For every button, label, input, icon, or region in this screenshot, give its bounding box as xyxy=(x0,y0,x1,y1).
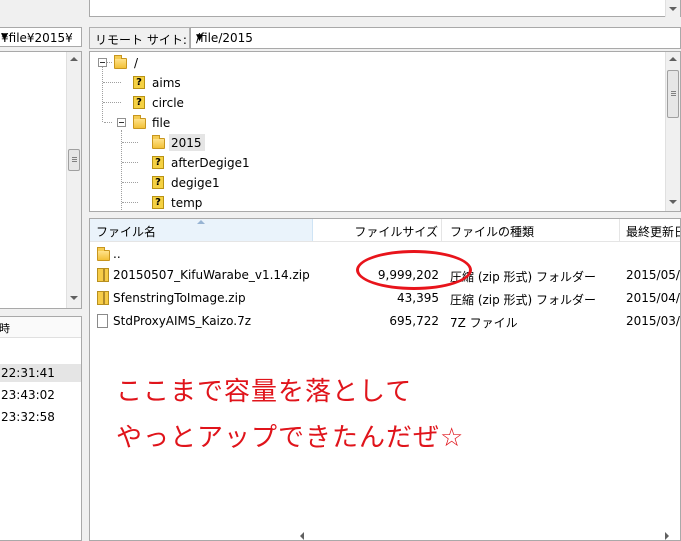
local-row-time: 23:32:58 xyxy=(1,410,55,424)
file-name: .. xyxy=(113,247,121,261)
remote-tree-scrollbar[interactable] xyxy=(665,52,680,211)
collapse-toggle-icon[interactable] xyxy=(98,58,107,67)
scroll-down-arrow-icon[interactable] xyxy=(669,7,677,11)
question-folder-icon: ? xyxy=(133,76,145,89)
annotation-line-2: やっとアップできたんだぜ☆ xyxy=(116,423,465,453)
local-directory-tree[interactable] xyxy=(0,51,82,309)
remote-path-input[interactable]: /file/2015 ▼ xyxy=(190,27,681,49)
remote-site-label-box: リモート サイト: xyxy=(89,27,190,49)
scroll-up-arrow-icon[interactable] xyxy=(70,57,78,61)
file-type: 圧縮 (zip 形式) フォルダー xyxy=(450,293,597,307)
remote-site-label: リモート サイト: xyxy=(95,33,187,47)
message-log-pane xyxy=(89,0,681,17)
chevron-down-icon[interactable]: ▼ xyxy=(1,32,78,42)
document-icon xyxy=(97,314,108,328)
remote-directory-tree[interactable]: / ? aims ? circle file 2015 ? afterDegig… xyxy=(89,51,681,212)
tree-node-label: degige1 xyxy=(171,176,220,190)
sort-ascending-icon xyxy=(197,220,205,224)
file-date: 2015/03/1 xyxy=(626,314,680,328)
collapse-toggle-icon[interactable] xyxy=(117,118,126,127)
file-date: 2015/04/0 xyxy=(626,291,680,305)
question-folder-icon: ? xyxy=(152,196,164,209)
zip-file-icon xyxy=(97,268,109,282)
file-list-header: ファイル名 ファイルサイズ ファイルの種類 最終更新日 xyxy=(90,219,681,242)
local-tree-scroll-thumb[interactable] xyxy=(68,149,80,171)
file-size: 43,395 xyxy=(397,291,439,305)
column-header-label: ファイルサイズ xyxy=(354,225,438,239)
highlight-circle-annotation xyxy=(356,250,472,290)
column-header-filetype[interactable]: ファイルの種類 xyxy=(442,219,618,241)
column-header-label: 最終更新日 xyxy=(626,225,681,239)
tree-node-label: 2015 xyxy=(171,136,202,150)
annotation-line-1: ここまで容量を落として xyxy=(116,377,413,407)
column-header-filename[interactable]: ファイル名 xyxy=(90,219,313,241)
scroll-right-arrow-icon[interactable] xyxy=(665,532,669,540)
remote-site-bar: リモート サイト: /file/2015 ▼ xyxy=(89,27,681,49)
local-list-header-label: 時 xyxy=(0,322,10,335)
file-name: StdProxyAIMS_Kaizo.7z xyxy=(113,314,252,328)
question-folder-icon: ? xyxy=(152,176,164,189)
tree-node-label: aims xyxy=(152,76,181,90)
column-header-filesize[interactable]: ファイルサイズ xyxy=(313,219,440,241)
local-tree-scrollbar[interactable] xyxy=(66,52,81,308)
scroll-left-arrow-icon[interactable] xyxy=(300,532,304,540)
tree-node-label: / xyxy=(134,56,139,70)
remote-file-list[interactable]: ファイル名 ファイルサイズ ファイルの種類 最終更新日 .. 20150507_… xyxy=(89,218,681,541)
column-header-modified[interactable]: 最終更新日 xyxy=(620,219,681,241)
scroll-down-arrow-icon[interactable] xyxy=(70,296,78,300)
file-date: 2015/05/0 xyxy=(626,268,680,282)
local-row-time: 23:43:02 xyxy=(1,388,55,402)
scroll-up-arrow-icon[interactable] xyxy=(669,57,677,61)
tree-node-label: temp xyxy=(171,196,203,210)
local-list-header[interactable]: 時 xyxy=(0,317,81,338)
question-folder-icon: ? xyxy=(133,96,145,109)
file-name: SfenstringToImage.zip xyxy=(113,291,246,305)
file-row[interactable]: SfenstringToImage.zip 43,395 圧縮 (zip 形式)… xyxy=(90,288,680,308)
folder-icon xyxy=(97,247,110,261)
folder-icon xyxy=(133,115,146,129)
file-row[interactable]: StdProxyAIMS_Kaizo.7z 695,722 7Z ファイル 20… xyxy=(90,311,680,331)
file-name: 20150507_KifuWarabe_v1.14.zip xyxy=(113,268,310,282)
question-folder-icon: ? xyxy=(152,156,164,169)
tree-node-label: afterDegige1 xyxy=(171,156,250,170)
folder-icon xyxy=(114,55,127,69)
column-header-label: ファイルの種類 xyxy=(450,225,535,239)
tree-node-label: circle xyxy=(152,96,184,110)
scroll-down-arrow-icon[interactable] xyxy=(669,200,677,204)
tree-node-label: file xyxy=(152,116,171,130)
local-path-field[interactable]: ¥file¥2015¥ ▼ xyxy=(0,27,82,47)
column-header-label: ファイル名 xyxy=(96,225,157,239)
zip-file-icon xyxy=(97,291,109,305)
folder-icon xyxy=(152,135,165,149)
local-row-time: 22:31:41 xyxy=(1,366,55,380)
message-log-scrollbar[interactable] xyxy=(665,0,680,17)
local-file-list[interactable]: 時 22:31:41 23:43:02 23:32:58 xyxy=(0,316,82,541)
file-type: 7Z ファイル xyxy=(450,316,518,330)
chevron-down-icon[interactable]: ▼ xyxy=(196,33,674,43)
remote-tree-scroll-thumb[interactable] xyxy=(667,70,679,118)
file-size: 695,722 xyxy=(389,314,439,328)
